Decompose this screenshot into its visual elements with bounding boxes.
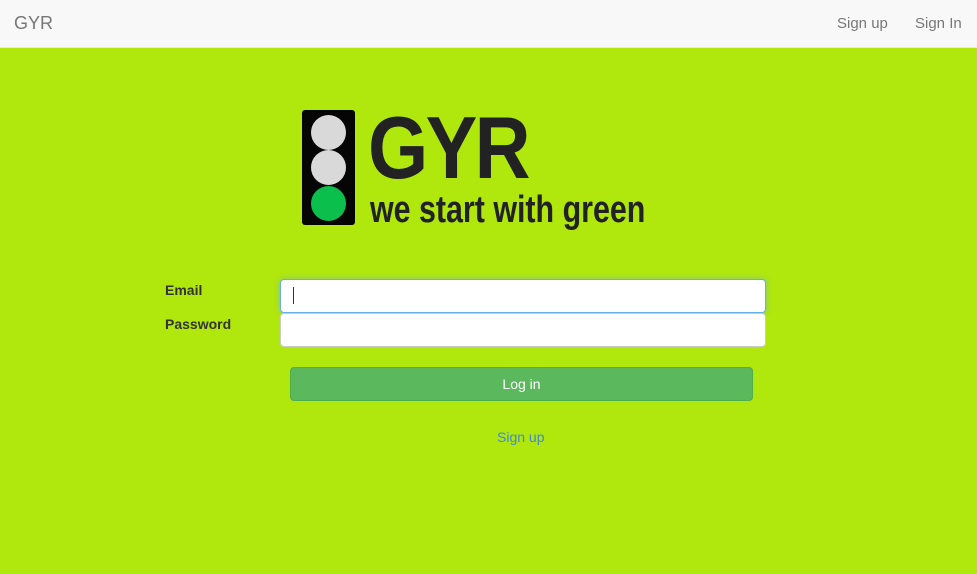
traffic-light-icon	[302, 110, 355, 225]
login-button[interactable]: Log in	[290, 367, 753, 401]
logo-wordmark: GYR	[368, 98, 531, 197]
grey-lamp-middle	[311, 150, 346, 185]
brand-link[interactable]: GYR	[14, 13, 53, 34]
grey-lamp-top	[311, 115, 346, 150]
green-lamp	[311, 186, 346, 221]
nav-signin-link[interactable]: Sign In	[915, 15, 962, 32]
text-caret	[293, 287, 294, 304]
nav-signup-link[interactable]: Sign up	[837, 15, 888, 32]
password-label: Password	[165, 316, 232, 332]
logo-tagline: we start with green	[370, 189, 646, 231]
top-navbar: GYR Sign up Sign In	[0, 0, 977, 48]
email-label: Email	[165, 282, 203, 298]
password-field[interactable]	[280, 313, 766, 347]
email-field[interactable]	[280, 279, 766, 313]
signup-link[interactable]: Sign up	[497, 429, 544, 445]
